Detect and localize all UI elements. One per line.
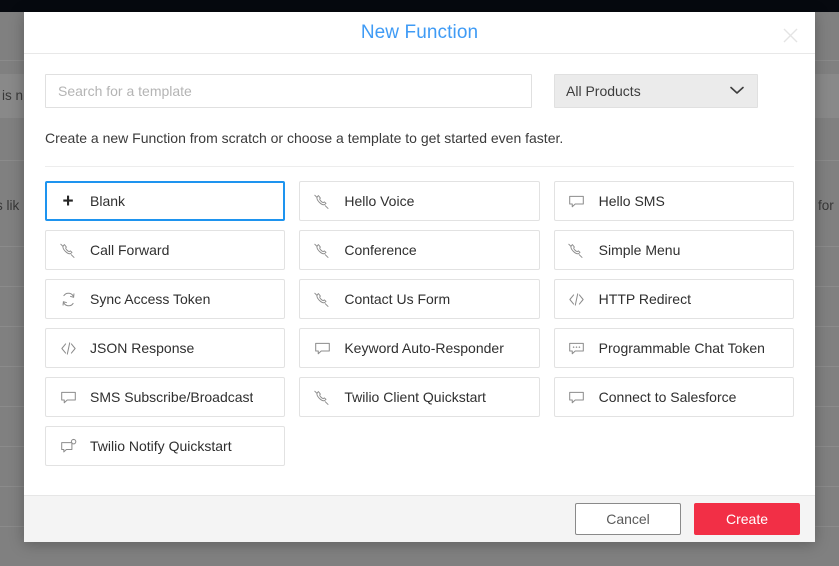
template-card[interactable]: Connect to Salesforce [553, 377, 794, 417]
code-icon [568, 290, 586, 308]
template-grid: + Blank Hello Voice Hello SMS Call Forward Co… [45, 181, 794, 466]
template-card[interactable]: Twilio Notify Quickstart [45, 426, 286, 466]
message-icon [568, 388, 586, 406]
phone-icon [313, 388, 331, 406]
template-card-label: Keyword Auto-Responder [344, 340, 504, 356]
template-card-label: Connect to Salesforce [598, 389, 737, 405]
message-icon [313, 339, 331, 357]
modal-body: All Products Create a new Function from … [24, 54, 815, 495]
template-card-label: Hello SMS [598, 193, 665, 209]
create-button[interactable]: Create [694, 503, 800, 535]
chevron-down-icon [730, 82, 744, 100]
template-card-label: Twilio Notify Quickstart [90, 438, 232, 454]
template-card-label: Contact Us Form [344, 291, 451, 307]
template-card[interactable]: Twilio Client Quickstart [299, 377, 540, 417]
phone-icon [313, 241, 331, 259]
background-text-fragment: s lik [0, 198, 20, 213]
template-card-label: HTTP Redirect [598, 291, 691, 307]
new-function-modal: New Function All Products [24, 12, 815, 542]
template-card[interactable]: Contact Us Form [299, 279, 540, 319]
template-card[interactable]: Sync Access Token [45, 279, 286, 319]
template-card-label: Twilio Client Quickstart [344, 389, 486, 405]
search-input[interactable] [45, 74, 532, 108]
chat-dots-icon [568, 339, 586, 357]
app-topbar [0, 0, 839, 12]
template-card[interactable]: HTTP Redirect [553, 279, 794, 319]
background-text-fragment: is n [2, 88, 24, 103]
close-icon[interactable] [777, 22, 803, 48]
section-divider [45, 166, 794, 167]
phone-icon [568, 241, 586, 259]
template-card-label: Blank [90, 193, 126, 209]
plus-icon: + [62, 190, 74, 212]
filter-row: All Products [45, 74, 794, 108]
template-card-label: Call Forward [90, 242, 170, 258]
product-filter-value: All Products [566, 83, 641, 99]
modal-footer: Cancel Create [24, 495, 815, 542]
sync-icon [59, 290, 77, 308]
template-card[interactable]: JSON Response [45, 328, 286, 368]
background-text-fragment: for [818, 198, 834, 213]
template-card[interactable]: Simple Menu [553, 230, 794, 270]
modal-subtitle: Create a new Function from scratch or ch… [45, 130, 564, 146]
template-card[interactable]: Keyword Auto-Responder [299, 328, 540, 368]
code-icon [59, 339, 77, 357]
cancel-button[interactable]: Cancel [575, 503, 681, 535]
phone-icon [313, 290, 331, 308]
page-root: is n s lik for New Function All Products [0, 0, 839, 566]
template-card[interactable]: Conference [299, 230, 540, 270]
template-card-label: SMS Subscribe/Broadcast [90, 389, 254, 405]
template-card[interactable]: Programmable Chat Token [553, 328, 794, 368]
modal-header: New Function [24, 12, 815, 54]
phone-icon [313, 192, 331, 210]
template-card-label: JSON Response [90, 340, 195, 356]
message-icon [568, 192, 586, 210]
template-card-label: Conference [344, 242, 417, 258]
template-card[interactable]: Hello Voice [299, 181, 540, 221]
modal-title: New Function [360, 21, 479, 43]
template-card-label: Programmable Chat Token [598, 340, 765, 356]
template-card[interactable]: Hello SMS [553, 181, 794, 221]
template-card-label: Hello Voice [344, 193, 415, 209]
template-card[interactable]: Call Forward [45, 230, 286, 270]
message-badge-icon [59, 437, 77, 455]
template-card-label: Simple Menu [598, 242, 681, 258]
product-filter-select[interactable]: All Products [554, 74, 758, 108]
template-card-label: Sync Access Token [90, 291, 211, 307]
template-card[interactable]: + Blank [45, 181, 286, 221]
template-card[interactable]: SMS Subscribe/Broadcast [45, 377, 286, 417]
phone-icon [59, 241, 77, 259]
message-icon [59, 388, 77, 406]
